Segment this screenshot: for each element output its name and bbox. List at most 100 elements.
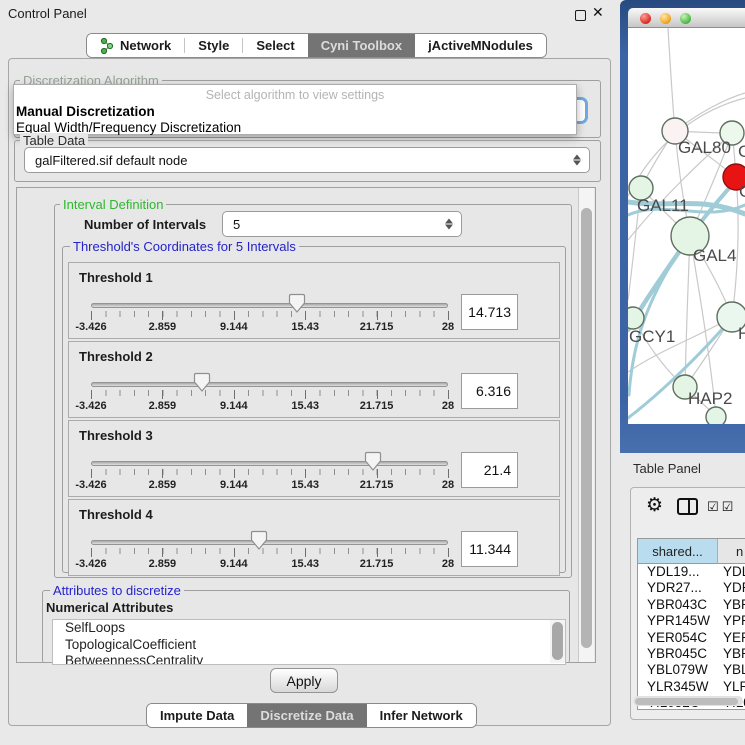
table-horizontal-scrollbar[interactable] xyxy=(633,696,743,706)
scrollbar-thumb[interactable] xyxy=(581,208,592,648)
node-label-gal4: GAL4 xyxy=(693,246,736,265)
slider-tick-label: 2.859 xyxy=(149,558,177,570)
apply-button[interactable]: Apply xyxy=(270,668,338,693)
slider-tick-label: 2.859 xyxy=(149,321,177,333)
network-icon xyxy=(100,38,114,54)
tab-cyni-toolbox[interactable]: Cyni Toolbox xyxy=(308,34,415,57)
mac-zoom-icon[interactable] xyxy=(680,13,691,24)
node-label-gcy1: GCY1 xyxy=(629,327,675,346)
cell: YBR045C xyxy=(638,646,715,662)
slider-tick-label: 15.43 xyxy=(291,558,319,570)
node-clipped-bottom[interactable] xyxy=(706,407,726,424)
close-icon[interactable]: ✕ xyxy=(592,4,604,21)
table-row[interactable]: YDR27...YDR2 xyxy=(638,580,745,596)
threshold-value-field[interactable]: 21.4 xyxy=(461,452,518,488)
tab-infer-network[interactable]: Infer Network xyxy=(367,704,476,727)
list-item[interactable]: TopologicalCoefficient xyxy=(53,637,565,654)
slider-thumb[interactable] xyxy=(364,451,382,472)
numerical-attributes-label: Numerical Attributes xyxy=(46,600,173,615)
table-row[interactable]: YPR145WYPR1 xyxy=(638,613,745,629)
table-row[interactable]: YBL079WYBL0 xyxy=(638,662,745,678)
tab-impute-data[interactable]: Impute Data xyxy=(147,704,247,727)
slider-track[interactable] xyxy=(91,382,448,387)
table-panel-title: Table Panel xyxy=(633,461,701,476)
tab-select[interactable]: Select xyxy=(243,34,307,57)
combo-arrows-icon xyxy=(573,155,581,166)
column-checkboxes-icon[interactable]: ☑☑ xyxy=(707,499,736,515)
tab-cyni-toolbox-label: Cyni Toolbox xyxy=(321,38,402,53)
number-of-intervals-value: 5 xyxy=(233,217,240,232)
slider-tick-label: 28 xyxy=(442,558,454,570)
gear-icon[interactable]: ⚙ xyxy=(646,494,663,517)
slider-track[interactable] xyxy=(91,303,448,308)
slider-ticks xyxy=(91,548,448,554)
slider-track[interactable] xyxy=(91,461,448,466)
table-row[interactable]: YDL19...YDL1 xyxy=(638,564,745,580)
tab-discretize-data[interactable]: Discretize Data xyxy=(247,704,366,727)
tab-discretize-data-label: Discretize Data xyxy=(260,708,353,723)
cell: YLR345W xyxy=(638,679,715,695)
settings-vertical-scrollbar[interactable] xyxy=(578,188,594,662)
node-label-hap2: HAP2 xyxy=(688,389,732,408)
float-window-icon[interactable] xyxy=(575,10,586,21)
interval-definition-group-title: Interval Definition xyxy=(60,197,166,212)
threshold-value-field[interactable]: 11.344 xyxy=(461,531,518,567)
slider-thumb[interactable] xyxy=(250,530,268,551)
list-item[interactable]: BetweennessCentrality xyxy=(53,653,565,665)
mac-minimize-icon[interactable] xyxy=(660,13,671,24)
table-header-row: shared... n xyxy=(638,539,745,564)
tab-jactivemnodules[interactable]: jActiveMNodules xyxy=(415,34,546,57)
algorithm-dropdown-popup: Select algorithm to view settings Manual… xyxy=(13,84,577,135)
slider-ticks xyxy=(91,390,448,396)
attributes-list-scrollbar[interactable] xyxy=(550,620,565,663)
split-view-icon[interactable] xyxy=(677,498,698,515)
slider-tick-label: 2.859 xyxy=(149,400,177,412)
numerical-attributes-list[interactable]: SelfLoops TopologicalCoefficient Between… xyxy=(52,619,566,665)
table-row[interactable]: YBR043CYBR0 xyxy=(638,597,745,613)
threshold-value-field[interactable]: 14.713 xyxy=(461,294,518,330)
node-label-gal11: GAL11 xyxy=(637,196,689,215)
column-header-name[interactable]: n xyxy=(718,539,745,564)
slider-tick-label: -3.426 xyxy=(75,479,106,491)
slider-tick-label: 28 xyxy=(442,321,454,333)
slider-thumb[interactable] xyxy=(193,372,211,393)
scrollbar-thumb[interactable] xyxy=(635,698,738,705)
slider-tick-label: 15.43 xyxy=(291,321,319,333)
slider-tick-label: 9.144 xyxy=(220,479,248,491)
node-label-clipped-h: H xyxy=(738,324,745,343)
table-row[interactable]: YBR045CYBR0 xyxy=(638,646,745,662)
node-label-gal80: GAL80 xyxy=(678,138,731,157)
node-gcy1[interactable] xyxy=(628,307,644,329)
slider-tick-label: -3.426 xyxy=(75,400,106,412)
table-row[interactable]: YER054CYER0 xyxy=(638,630,745,646)
slider-track[interactable] xyxy=(91,540,448,545)
tab-impute-data-label: Impute Data xyxy=(160,708,234,723)
algorithm-option-manual[interactable]: Manual Discretization xyxy=(16,104,155,119)
cell: YPR145W xyxy=(638,613,715,629)
thresholds-group-title: Threshold's Coordinates for 5 Intervals xyxy=(70,239,299,254)
threshold-row: Threshold 1 -3.426 2.859 9.144 15.43 21.… xyxy=(68,262,560,339)
cell: YER0 xyxy=(715,630,745,646)
tab-network[interactable]: Network xyxy=(87,34,184,57)
control-panel-tabbar: Network Style Select Cyni Toolbox jActiv… xyxy=(86,33,547,58)
cell: YBR0 xyxy=(715,597,745,613)
network-canvas[interactable]: GAL80 G C GAL11 GAL4 GCY1 H HAP2 xyxy=(628,28,745,424)
algorithm-prompt: Select algorithm to view settings xyxy=(14,88,576,102)
control-panel-title: Control Panel xyxy=(8,6,87,21)
threshold-value-field[interactable]: 6.316 xyxy=(461,373,518,409)
column-header-shared[interactable]: shared... xyxy=(638,539,718,564)
table-data-combobox[interactable]: galFiltered.sif default node xyxy=(24,147,590,173)
slider-thumb[interactable] xyxy=(288,293,306,314)
cell: YER054C xyxy=(638,630,715,646)
mac-close-icon[interactable] xyxy=(640,13,651,24)
network-window-titlebar[interactable] xyxy=(628,8,745,28)
tab-style[interactable]: Style xyxy=(185,34,242,57)
slider-tick-label: 21.715 xyxy=(360,479,394,491)
number-of-intervals-combobox[interactable]: 5 xyxy=(222,211,462,237)
threshold-row: Threshold 4 -3.426 2.859 9.144 15.43 21.… xyxy=(68,499,560,576)
slider-tick-label: -3.426 xyxy=(75,558,106,570)
slider-tick-label: 15.43 xyxy=(291,400,319,412)
scrollbar-thumb[interactable] xyxy=(552,622,563,660)
list-item[interactable]: SelfLoops xyxy=(53,620,565,637)
table-row[interactable]: YLR345WYLR3 xyxy=(638,679,745,695)
